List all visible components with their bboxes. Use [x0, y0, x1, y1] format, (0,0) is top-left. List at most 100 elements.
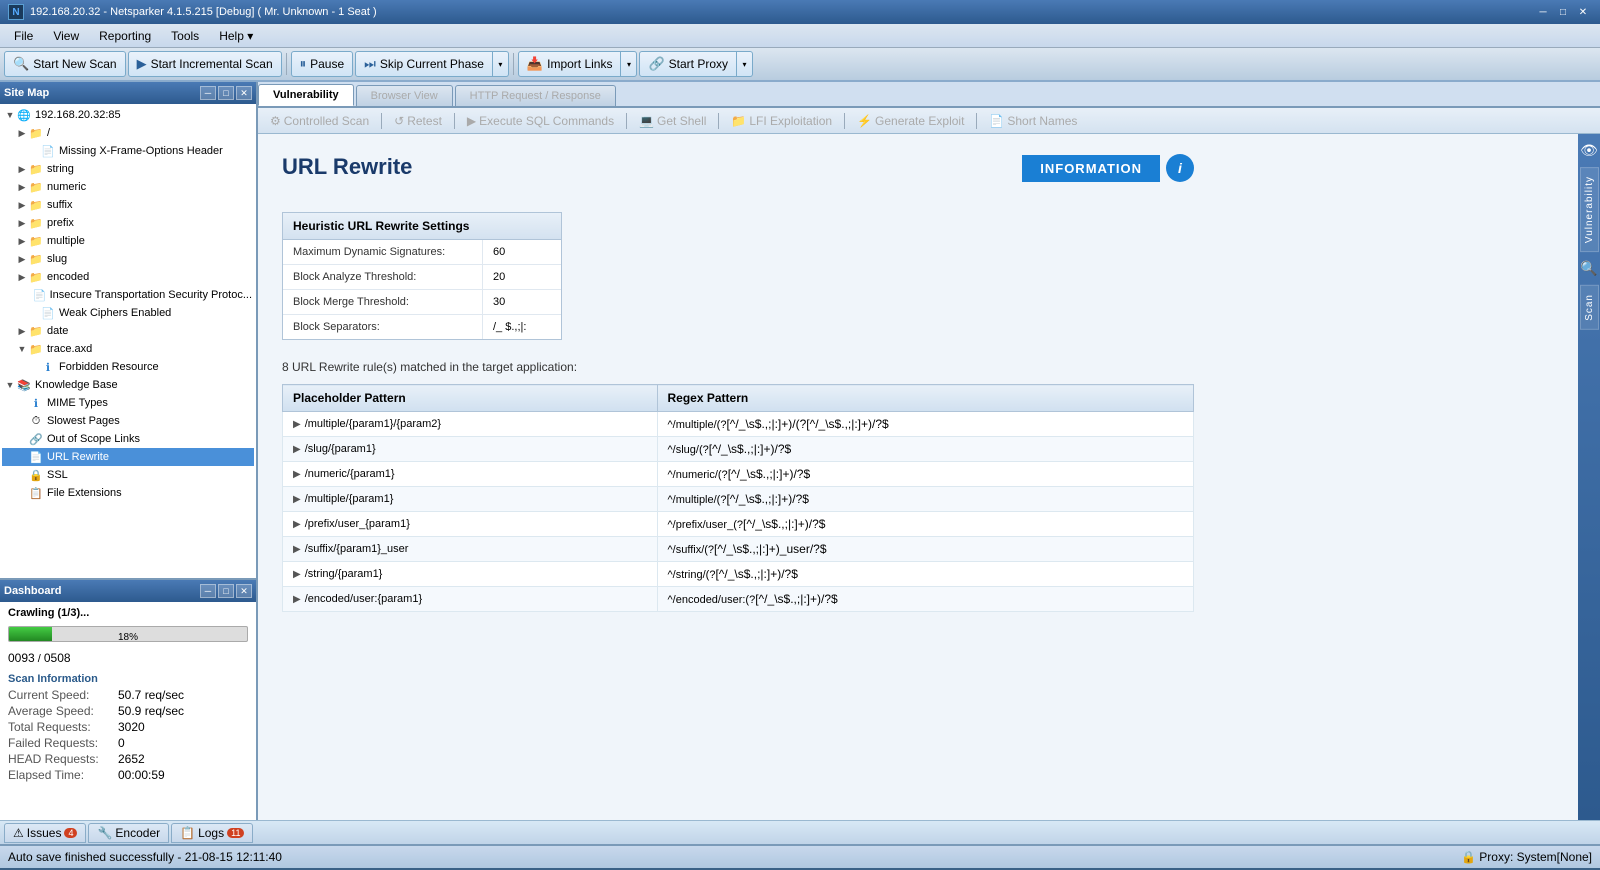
- expand-icon[interactable]: ▶: [16, 253, 28, 265]
- sitemap-item-weak-ciphers[interactable]: ▶ 📄 Weak Ciphers Enabled: [2, 304, 254, 322]
- info-circle-button[interactable]: i: [1166, 154, 1194, 182]
- menu-reporting[interactable]: Reporting: [89, 26, 161, 46]
- url-rewrite-table: Placeholder Pattern Regex Pattern ▶/mult…: [282, 384, 1194, 612]
- settings-row-block-merge: Block Merge Threshold: 30: [283, 290, 561, 315]
- import-links-dropdown-arrow[interactable]: ▾: [621, 51, 637, 77]
- logs-tab[interactable]: 📋 Logs 11: [171, 823, 253, 843]
- row-expand-arrow[interactable]: ▶: [293, 469, 301, 480]
- encoder-tab[interactable]: 🔧 Encoder: [88, 823, 169, 843]
- dashboard-minimize-btn[interactable]: ─: [200, 584, 216, 598]
- restore-button[interactable]: □: [1554, 4, 1572, 20]
- sitemap-minimize-btn[interactable]: ─: [200, 86, 216, 100]
- sitemap-item-trace[interactable]: ▼ 📁 trace.axd: [2, 340, 254, 358]
- expand-icon[interactable]: ▶: [16, 199, 28, 211]
- tab-vulnerability[interactable]: Vulnerability: [258, 84, 354, 106]
- minimize-button[interactable]: ─: [1534, 4, 1552, 20]
- expand-icon[interactable]: ▶: [16, 325, 28, 337]
- menu-view[interactable]: View: [43, 26, 89, 46]
- tree-item-label: Insecure Transportation Security Protoc.…: [50, 289, 252, 301]
- sitemap-item-ssl[interactable]: ▶ 🔒 SSL: [2, 466, 254, 484]
- table-row[interactable]: ▶/prefix/user_{param1} ^/prefix/user_(?[…: [283, 512, 1194, 537]
- expand-icon[interactable]: ▶: [16, 217, 28, 229]
- menu-tools[interactable]: Tools: [161, 26, 209, 46]
- menu-help[interactable]: Help ▾: [209, 26, 263, 46]
- tab-browser-view[interactable]: Browser View: [356, 85, 453, 106]
- status-right: 🔒 Proxy: System[None]: [1461, 850, 1592, 864]
- skip-phase-dropdown-arrow[interactable]: ▾: [493, 51, 509, 77]
- tab-http-request[interactable]: HTTP Request / Response: [455, 85, 616, 106]
- sitemap-item-root[interactable]: ▼ 🌐 192.168.20.32:85: [2, 106, 254, 124]
- information-button[interactable]: INFORMATION: [1022, 155, 1160, 182]
- row-expand-arrow[interactable]: ▶: [293, 494, 301, 505]
- expand-icon[interactable]: ▼: [4, 379, 16, 391]
- dashboard-restore-btn[interactable]: □: [218, 584, 234, 598]
- table-row[interactable]: ▶/slug/{param1} ^/slug/(?[^/_\s$.,;|:]+)…: [283, 437, 1194, 462]
- sitemap-item-encoded[interactable]: ▶ 📁 encoded: [2, 268, 254, 286]
- sitemap-restore-btn[interactable]: □: [218, 86, 234, 100]
- issues-label: Issues: [27, 826, 62, 840]
- start-proxy-dropdown-arrow[interactable]: ▾: [737, 51, 753, 77]
- sitemap-item-insecure[interactable]: ▶ 📄 Insecure Transportation Security Pro…: [2, 286, 254, 304]
- vulnerability-side-btn[interactable]: Vulnerability: [1580, 167, 1599, 252]
- skip-phase-button[interactable]: ⏭ Skip Current Phase: [355, 51, 493, 77]
- knowledge-base-icon: 📚: [16, 377, 32, 393]
- row-expand-arrow[interactable]: ▶: [293, 569, 301, 580]
- sitemap-item-forbidden[interactable]: ▶ ℹ Forbidden Resource: [2, 358, 254, 376]
- sitemap-item-numeric[interactable]: ▶ 📁 numeric: [2, 178, 254, 196]
- sitemap-item-slug[interactable]: ▶ 📁 slug: [2, 250, 254, 268]
- expand-icon[interactable]: ▶: [16, 181, 28, 193]
- sitemap-item-date[interactable]: ▶ 📁 date: [2, 322, 254, 340]
- dashboard-close-btn[interactable]: ✕: [236, 584, 252, 598]
- tree-item-label: Out of Scope Links: [47, 433, 140, 445]
- sitemap-item-url-rewrite[interactable]: ▶ 📄 URL Rewrite: [2, 448, 254, 466]
- vulnerability-panel-icon[interactable]: 👁: [1576, 138, 1600, 163]
- expand-icon[interactable]: ▶: [16, 163, 28, 175]
- row-expand-arrow[interactable]: ▶: [293, 594, 301, 605]
- expand-icon[interactable]: ▶: [16, 235, 28, 247]
- scan-side-btn[interactable]: Scan: [1580, 285, 1599, 330]
- table-row[interactable]: ▶/string/{param1} ^/string/(?[^/_\s$.,;|…: [283, 562, 1194, 587]
- expand-icon[interactable]: ▼: [4, 109, 16, 121]
- sitemap-item-string[interactable]: ▶ 📁 string: [2, 160, 254, 178]
- expand-icon[interactable]: ▶: [16, 127, 28, 139]
- sitemap-item-slash[interactable]: ▶ 📁 /: [2, 124, 254, 142]
- controlled-scan-btn: ⚙ Controlled Scan: [262, 112, 377, 130]
- table-row[interactable]: ▶/suffix/{param1}_user ^/suffix/(?[^/_\s…: [283, 537, 1194, 562]
- scan-panel-icon[interactable]: 🔍: [1576, 256, 1600, 281]
- issues-badge: 4: [64, 828, 77, 838]
- table-row[interactable]: ▶/numeric/{param1} ^/numeric/(?[^/_\s$.,…: [283, 462, 1194, 487]
- sitemap-item-suffix[interactable]: ▶ 📁 suffix: [2, 196, 254, 214]
- encoder-icon: 🔧: [97, 826, 112, 840]
- sitemap-item-multiple[interactable]: ▶ 📁 multiple: [2, 232, 254, 250]
- import-links-button[interactable]: 📥 Import Links: [518, 51, 622, 77]
- sitemap-item-mime[interactable]: ▶ ℹ MIME Types: [2, 394, 254, 412]
- issues-tab[interactable]: ⚠ Issues 4: [4, 823, 86, 843]
- close-button[interactable]: ✕: [1574, 4, 1592, 20]
- sitemap-item-out-of-scope[interactable]: ▶ 🔗 Out of Scope Links: [2, 430, 254, 448]
- table-row[interactable]: ▶/multiple/{param1} ^/multiple/(?[^/_\s$…: [283, 487, 1194, 512]
- sitemap-item-prefix[interactable]: ▶ 📁 prefix: [2, 214, 254, 232]
- expand-icon[interactable]: ▶: [16, 271, 28, 283]
- sitemap-item-missing-xframe[interactable]: ▶ 📄 Missing X-Frame-Options Header: [2, 142, 254, 160]
- content-panel: URL Rewrite INFORMATION i Heuristic URL …: [258, 134, 1578, 820]
- start-incremental-scan-button[interactable]: ▶ Start Incremental Scan: [128, 51, 282, 77]
- start-new-scan-button[interactable]: 🔍 Start New Scan: [4, 51, 126, 77]
- row-expand-arrow[interactable]: ▶: [293, 419, 301, 430]
- shell-icon: 💻: [639, 114, 654, 128]
- sitemap-item-slowest[interactable]: ▶ ⏱ Slowest Pages: [2, 412, 254, 430]
- sitemap-item-knowledge-base[interactable]: ▼ 📚 Knowledge Base: [2, 376, 254, 394]
- table-row[interactable]: ▶/encoded/user:{param1} ^/encoded/user:(…: [283, 587, 1194, 612]
- menu-file[interactable]: File: [4, 26, 43, 46]
- row-expand-arrow[interactable]: ▶: [293, 544, 301, 555]
- table-row[interactable]: ▶/multiple/{param1}/{param2} ^/multiple/…: [283, 412, 1194, 437]
- sitemap-close-btn[interactable]: ✕: [236, 86, 252, 100]
- expand-icon[interactable]: ▼: [16, 343, 28, 355]
- row-expand-arrow[interactable]: ▶: [293, 519, 301, 530]
- row-expand-arrow[interactable]: ▶: [293, 444, 301, 455]
- start-proxy-button[interactable]: 🔗 Start Proxy: [639, 51, 737, 77]
- warning-page-icon: 📄: [33, 287, 47, 303]
- settings-label: Block Analyze Threshold:: [283, 265, 483, 289]
- scan-icon: 🔍: [13, 56, 29, 72]
- sitemap-item-file-extensions[interactable]: ▶ 📋 File Extensions: [2, 484, 254, 502]
- pause-button[interactable]: ⏸ Pause: [291, 51, 354, 77]
